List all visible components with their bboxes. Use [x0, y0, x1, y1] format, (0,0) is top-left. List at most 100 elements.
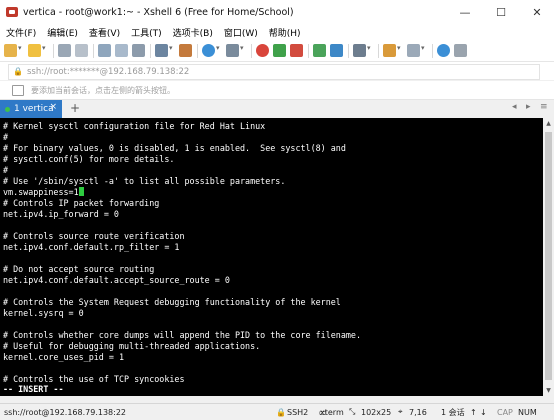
vim-mode-indicator: -- INSERT -- [3, 384, 64, 394]
toolbar-divider [197, 43, 198, 58]
address-bar: 🔒 ssh://root:*******@192.168.79.138:22 [0, 62, 554, 80]
lock-icon: 🔒 [13, 67, 23, 76]
menu-edit[interactable]: 编辑(E) [41, 26, 83, 39]
keyboard-icon[interactable] [353, 44, 366, 57]
copy-icon[interactable] [98, 44, 111, 57]
window-title: vertica - root@work1:~ - Xshell 6 (Free … [23, 6, 294, 18]
compose-icon[interactable] [226, 44, 239, 57]
disconnect-icon[interactable] [75, 44, 88, 57]
fullscreen-icon[interactable] [155, 44, 168, 57]
menu-tools[interactable]: 工具(T) [125, 26, 167, 39]
terminal-line: # Use '/sbin/sysctl -a' to list all poss… [3, 176, 286, 186]
hint-text: 要添加当前会话，点击左侧的箭头按钮。 [31, 85, 175, 95]
globe-icon[interactable] [202, 44, 215, 57]
cursor-position-icon: ⌖ [398, 407, 403, 416]
address-value: ssh://root:*******@192.168.79.138:22 [27, 67, 190, 77]
bookmark-icon[interactable] [12, 84, 24, 96]
xshell-app-icon [6, 7, 18, 17]
add-tab-button[interactable]: + [70, 101, 80, 115]
tab-prev-button[interactable]: ◂ [512, 102, 517, 112]
scroll-up-icon[interactable]: ▲ [543, 118, 554, 129]
maximize-button[interactable]: ☐ [484, 0, 518, 24]
terminal-line-cursor: vm.swappiness=1 [3, 187, 84, 198]
toolbar-divider [150, 43, 151, 58]
open-folder-icon[interactable] [28, 44, 41, 57]
address-input[interactable]: 🔒 ssh://root:*******@192.168.79.138:22 [8, 64, 540, 80]
terminal-line: kernel.sysrq = 0 [3, 308, 84, 318]
status-connection: ssh://root@192.168.79.138:22 [4, 407, 127, 417]
terminal-line: net.ipv4.conf.default.rp_filter = 1 [3, 242, 180, 252]
transfer-icon[interactable] [313, 44, 326, 57]
tab-bar: 1 vertica × + ◂ ▸ ≡ [0, 100, 554, 118]
xshell-icon[interactable] [256, 44, 269, 57]
terminal-line: # [3, 132, 9, 142]
chevron-down-icon[interactable] [42, 44, 48, 57]
chevron-down-icon[interactable] [421, 44, 427, 57]
close-button[interactable]: ✕ [520, 0, 554, 24]
terminal-area[interactable]: # Kernel sysctl configuration file for R… [0, 118, 543, 396]
terminal-line: # Controls IP packet forwarding [3, 198, 160, 208]
terminal-line-text: vm.swappiness=1 [3, 187, 79, 197]
toolbar-divider [93, 43, 94, 58]
status-position: 7,16 [409, 407, 427, 417]
toolbar-divider [251, 43, 252, 58]
title-bar: vertica - root@work1:~ - Xshell 6 (Free … [0, 0, 554, 24]
menu-tabs[interactable]: 选项卡(B) [167, 26, 218, 39]
menu-file[interactable]: 文件(F) [0, 26, 41, 39]
status-bar: ssh://root@192.168.79.138:22 🔒 SSH2 ▭ xt… [0, 403, 554, 420]
terminal-line: # Controls source route verification [3, 231, 185, 241]
reconnect-icon[interactable] [58, 44, 71, 57]
toolbar-divider [308, 43, 309, 58]
script-icon[interactable] [290, 44, 303, 57]
chevron-down-icon[interactable] [216, 44, 222, 57]
new-session-icon[interactable] [4, 44, 17, 57]
ssh-lock-icon: 🔒 [276, 407, 286, 417]
chevron-down-icon[interactable] [18, 44, 24, 57]
terminal-line: # sysctl.conf(5) for more details. [3, 154, 175, 164]
help-icon[interactable] [437, 44, 450, 57]
terminal-line: # Do not accept source routing [3, 264, 155, 274]
connected-status-icon [5, 106, 10, 112]
status-sessions: 1 会话 [441, 407, 465, 417]
terminal-line: # [3, 165, 9, 175]
toolbar [0, 40, 554, 62]
highlight-icon[interactable] [383, 44, 396, 57]
session-hint-bar: 要添加当前会话，点击左侧的箭头按钮。 [0, 81, 554, 100]
chevron-down-icon[interactable] [240, 44, 246, 57]
scrollbar-thumb[interactable] [545, 132, 552, 380]
status-protocol: SSH2 [287, 407, 309, 417]
lock-icon[interactable] [330, 44, 343, 57]
scroll-up-arrow-icon[interactable]: ↑ [470, 404, 477, 420]
font-icon[interactable] [179, 44, 192, 57]
tab-vertica[interactable]: 1 vertica × [0, 100, 62, 118]
toolbar-divider [378, 43, 379, 58]
chat-icon[interactable] [454, 44, 467, 57]
status-cap: CAP [497, 407, 513, 417]
terminal-line: # Controls whether core dumps will appen… [3, 330, 361, 340]
paste-icon[interactable] [115, 44, 128, 57]
terminal-line: kernel.core_uses_pid = 1 [3, 352, 125, 362]
xftp-icon[interactable] [273, 44, 286, 57]
tab-next-button[interactable]: ▸ [526, 102, 531, 112]
terminal-line: # Controls the System Request debugging … [3, 297, 341, 307]
terminal-line: # For binary values, 0 is disabled, 1 is… [3, 143, 346, 153]
toolbar-divider [53, 43, 54, 58]
menu-window[interactable]: 窗口(W) [218, 26, 263, 39]
chevron-down-icon[interactable] [367, 44, 373, 57]
minimize-button[interactable]: — [448, 0, 482, 24]
vertical-scrollbar[interactable]: ▲ ▼ [543, 118, 554, 396]
tab-label: 1 vertica [14, 104, 54, 114]
tab-menu-button[interactable]: ≡ [540, 102, 548, 112]
chevron-down-icon[interactable] [397, 44, 403, 57]
scroll-down-arrow-icon[interactable]: ↓ [480, 404, 487, 420]
layout-icon[interactable] [407, 44, 420, 57]
terminal-line: net.ipv4.conf.default.accept_source_rout… [3, 275, 230, 285]
menu-help[interactable]: 帮助(H) [263, 26, 306, 39]
find-icon[interactable] [132, 44, 145, 57]
menu-view[interactable]: 查看(V) [83, 26, 125, 39]
tab-close-icon[interactable]: × [49, 102, 57, 112]
status-term: xterm [320, 407, 344, 417]
menu-bar: 文件(F) 编辑(E) 查看(V) 工具(T) 选项卡(B) 窗口(W) 帮助(… [0, 24, 554, 40]
scroll-down-icon[interactable]: ▼ [543, 385, 554, 396]
chevron-down-icon[interactable] [169, 44, 175, 57]
